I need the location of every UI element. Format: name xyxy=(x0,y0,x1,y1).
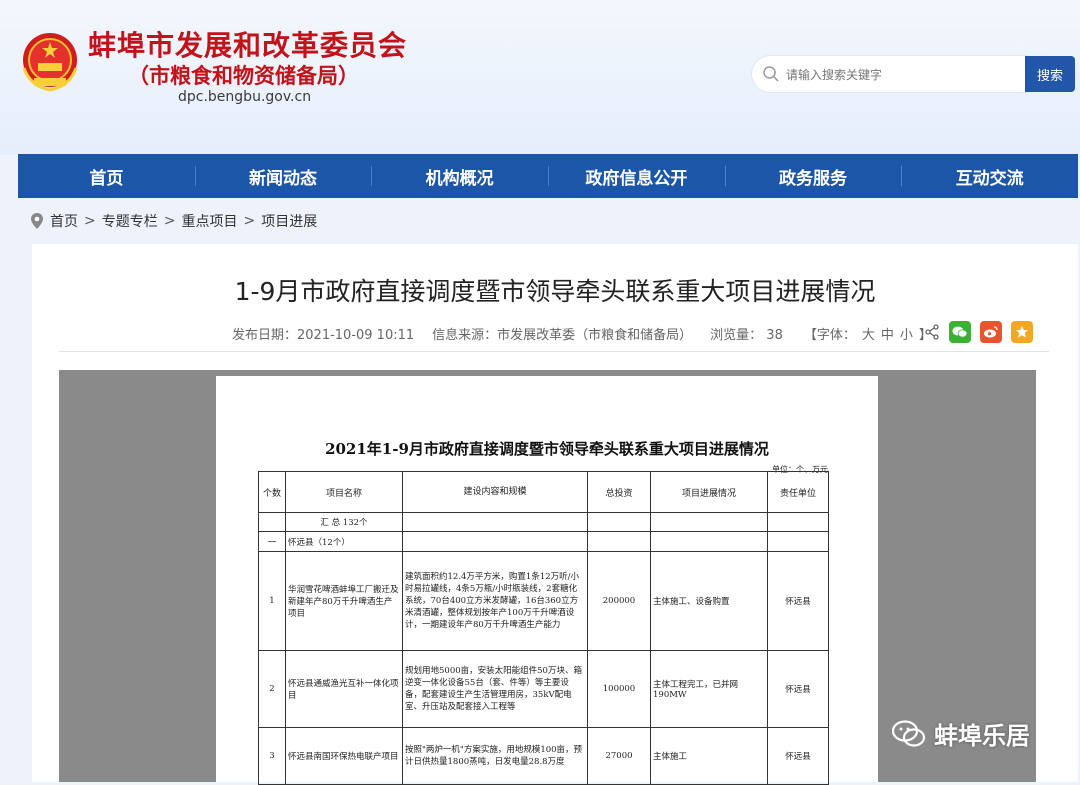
document-page: 2021年1-9月市政府直接调度暨市领导牵头联系重大项目进展情况 单位：个、万元… xyxy=(216,376,878,785)
project-scope: 建筑面积约12.4万平方米，购置1条12万听/小时易拉罐线，4条5万瓶/小时瓶装… xyxy=(402,551,588,651)
county-cell: 怀远县（12个） xyxy=(285,531,403,552)
project-scope: 规划用地5000亩，安装太阳能组件50万块、箱逆变一体化设备55台（套、件等）等… xyxy=(402,650,588,728)
breadcrumb-separator: > xyxy=(163,213,176,229)
table-header: 责任单位 xyxy=(767,471,829,513)
project-unit: 怀远县 xyxy=(767,650,829,728)
breadcrumb-key-projects[interactable]: 重点项目 xyxy=(181,211,237,231)
font-size-medium[interactable]: 中 xyxy=(881,328,894,343)
site-subtitle: （市粮食和物资储备局） xyxy=(128,64,359,88)
watermark-text: 蚌埠乐居 xyxy=(934,722,1030,750)
project-table: 个数 项目名称 建设内容和规模 总投资 项目进展情况 责任单位 汇 总 132个 xyxy=(258,471,829,785)
search-icon xyxy=(763,66,779,82)
font-size-controls: 【字体：大中小】 xyxy=(801,324,935,343)
table-row: 一 怀远县（12个） xyxy=(258,531,829,552)
summary-cell: 汇 总 132个 xyxy=(285,512,403,532)
national-emblem-icon xyxy=(22,33,78,92)
table-cell xyxy=(402,531,588,552)
table-cell xyxy=(650,531,768,552)
info-source: 信息来源：市发展改革委（市粮食和储备局） xyxy=(432,328,693,343)
document-viewer[interactable]: 2021年1-9月市政府直接调度暨市领导牵头联系重大项目进展情况 单位：个、万元… xyxy=(59,370,1036,785)
nav-interaction[interactable]: 互动交流 xyxy=(901,154,1078,198)
breadcrumb-current[interactable]: 项目进展 xyxy=(261,211,317,231)
table-row: 1 华润雪花啤酒蚌埠工厂搬迁及新建年产80万千升啤酒生产项目 建筑面积约12.4… xyxy=(258,551,829,651)
nav-home[interactable]: 首页 xyxy=(18,154,195,198)
project-investment: 27000 xyxy=(587,727,651,785)
nav-about[interactable]: 机构概况 xyxy=(371,154,548,198)
view-count: 浏览量： 38 xyxy=(710,328,783,343)
favorite-star-icon[interactable] xyxy=(1011,321,1033,343)
project-name: 华润雪花啤酒蚌埠工厂搬迁及新建年产80万千升啤酒生产项目 xyxy=(285,551,403,651)
divider xyxy=(59,351,1049,352)
search-box xyxy=(752,56,1027,92)
search-button[interactable]: 搜索 xyxy=(1025,56,1075,92)
article-title: 1-9月市政府直接调度暨市领导牵头联系重大项目进展情况 xyxy=(234,277,876,306)
table-row: 汇 总 132个 xyxy=(258,512,829,532)
nav-gov-info[interactable]: 政府信息公开 xyxy=(548,154,725,198)
table-cell xyxy=(402,512,588,532)
weibo-share-icon[interactable] xyxy=(980,321,1002,343)
site-title: 蚌埠市发展和改革委员会 xyxy=(88,29,408,62)
font-size-small[interactable]: 小 xyxy=(900,328,913,343)
search-input[interactable] xyxy=(784,63,1018,87)
project-unit: 怀远县 xyxy=(767,551,829,651)
table-cell xyxy=(587,512,651,532)
share-icon[interactable] xyxy=(924,324,940,340)
table-header: 个数 xyxy=(258,471,286,513)
table-header: 建设内容和规模 xyxy=(402,471,588,513)
row-num: 1 xyxy=(258,551,286,651)
watermark: 蚌埠乐居 xyxy=(892,716,1030,751)
project-name: 怀远县通威渔光互补一体化项目 xyxy=(285,650,403,728)
project-scope: 按照"两炉一机"方案实施，用地规模100亩，预计日供热量1800蒸吨，日发电量2… xyxy=(402,727,588,785)
nav-services[interactable]: 政务服务 xyxy=(724,154,902,198)
table-cell xyxy=(258,512,286,532)
publish-date: 发布日期：2021-10-09 10:11 xyxy=(232,328,415,343)
project-unit: 怀远县 xyxy=(767,727,829,785)
table-header: 总投资 xyxy=(587,471,651,513)
table-cell xyxy=(650,512,768,532)
row-num: 2 xyxy=(258,650,286,728)
project-name: 怀远县南国环保热电联产项目 xyxy=(285,727,403,785)
table-header: 项目进展情况 xyxy=(650,471,768,513)
county-num: 一 xyxy=(258,531,286,552)
share-bar xyxy=(924,321,1033,343)
table-cell xyxy=(767,531,829,552)
wechat-logo-icon xyxy=(892,719,926,747)
project-investment: 100000 xyxy=(587,650,651,728)
font-size-label: 【字体： xyxy=(803,328,856,343)
site-domain: dpc.bengbu.gov.cn xyxy=(178,89,312,105)
breadcrumb-special[interactable]: 专题专栏 xyxy=(102,211,158,231)
row-num: 3 xyxy=(258,727,286,785)
main-nav: 首页 新闻动态 机构概况 政府信息公开 政务服务 互动交流 xyxy=(18,154,1078,198)
nav-news[interactable]: 新闻动态 xyxy=(194,154,372,198)
breadcrumb: 首页 > 专题专栏 > 重点项目 > 项目进展 xyxy=(30,211,317,231)
project-investment: 200000 xyxy=(587,551,651,651)
breadcrumb-separator: > xyxy=(243,213,256,229)
document-title: 2021年1-9月市政府直接调度暨市领导牵头联系重大项目进展情况 xyxy=(325,440,769,458)
table-row: 2 怀远县通威渔光互补一体化项目 规划用地5000亩，安装太阳能组件50万块、箱… xyxy=(258,650,829,728)
location-pin-icon xyxy=(31,213,43,229)
project-progress: 主体工程完工，已并网190MW xyxy=(650,650,768,728)
table-cell xyxy=(587,531,651,552)
table-row: 3 怀远县南国环保热电联产项目 按照"两炉一机"方案实施，用地规模100亩，预计… xyxy=(258,727,829,785)
article-meta: 发布日期：2021-10-09 10:11 信息来源：市发展改革委（市粮食和储备… xyxy=(232,324,935,343)
project-progress: 主体施工、设备购置 xyxy=(650,551,768,651)
font-size-large[interactable]: 大 xyxy=(862,328,875,343)
wechat-share-icon[interactable] xyxy=(949,321,971,343)
table-cell xyxy=(767,512,829,532)
breadcrumb-separator: > xyxy=(84,213,96,229)
breadcrumb-home[interactable]: 首页 xyxy=(50,211,78,231)
site-header: 蚌埠市发展和改革委员会 （市粮食和物资储备局） dpc.bengbu.gov.c… xyxy=(0,0,1080,155)
article-card: 1-9月市政府直接调度暨市领导牵头联系重大项目进展情况 发布日期：2021-10… xyxy=(32,244,1078,785)
table-header: 项目名称 xyxy=(285,471,403,513)
project-progress: 主体施工 xyxy=(650,727,768,785)
